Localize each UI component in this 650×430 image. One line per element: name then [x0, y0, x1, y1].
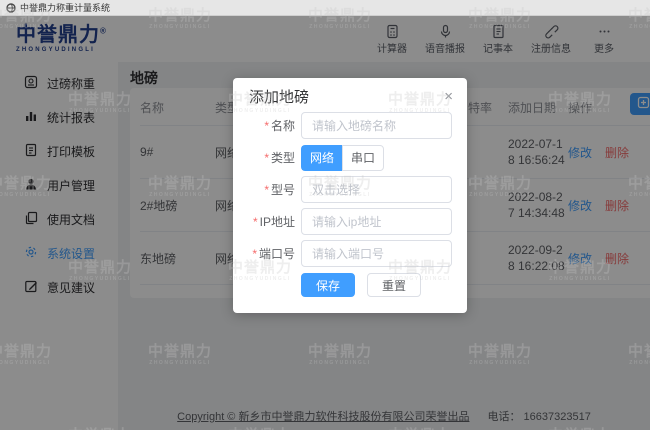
add-weighbridge-form: *名称 *类型 网络 串口 *型号 *IP地址 *端口号 保存 重置	[249, 112, 452, 297]
dialog-title: 添加地磅	[249, 90, 452, 106]
save-button[interactable]: 保存	[301, 273, 355, 297]
ip-field-label: IP地址	[260, 215, 295, 229]
model-field[interactable]	[301, 176, 452, 203]
reset-button[interactable]: 重置	[367, 273, 421, 297]
required-mark: *	[252, 247, 257, 261]
window-title: 中誉鼎力称重计量系统	[20, 1, 110, 14]
required-mark: *	[264, 119, 269, 133]
name-field-label: 名称	[271, 119, 295, 133]
app-globe-icon	[6, 3, 16, 13]
type-option-serial[interactable]: 串口	[342, 145, 384, 171]
port-field-label: 端口号	[259, 247, 295, 261]
type-radio-group: 网络 串口	[301, 145, 384, 171]
window-titlebar: 中誉鼎力称重计量系统	[0, 0, 650, 16]
type-field-label: 类型	[271, 151, 295, 165]
model-field-label: 型号	[271, 183, 295, 197]
port-field[interactable]	[301, 240, 452, 267]
name-field[interactable]	[301, 112, 452, 139]
ip-field[interactable]	[301, 208, 452, 235]
required-mark: *	[264, 151, 269, 165]
add-weighbridge-dialog: 添加地磅 × *名称 *类型 网络 串口 *型号 *IP地址 *端口号 保存	[233, 78, 467, 313]
required-mark: *	[264, 183, 269, 197]
type-option-network[interactable]: 网络	[301, 145, 342, 171]
close-icon[interactable]: ×	[444, 89, 453, 104]
required-mark: *	[253, 215, 258, 229]
